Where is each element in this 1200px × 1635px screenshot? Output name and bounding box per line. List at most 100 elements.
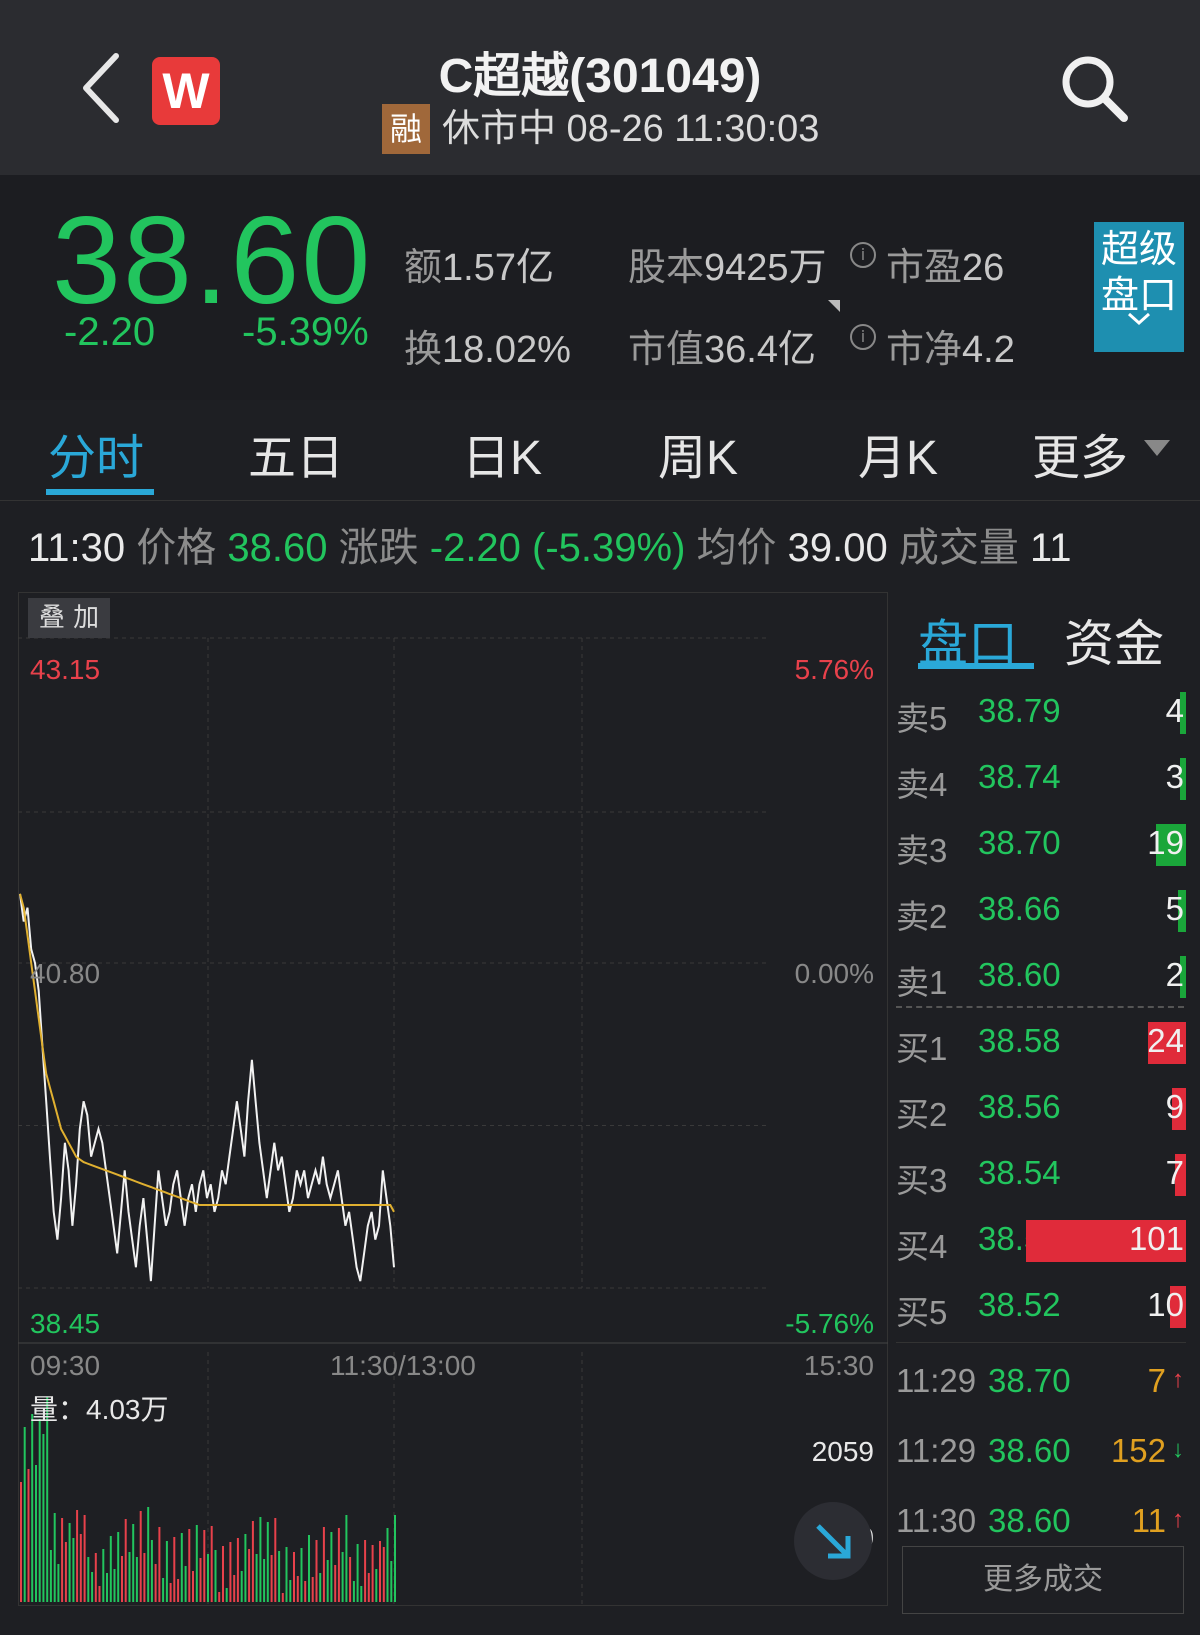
pct-axis-top: 5.76% xyxy=(794,654,874,685)
trade-direction-icon: ↑ xyxy=(1172,1506,1184,1533)
turnover-label: 换 xyxy=(404,329,443,371)
volume-bar xyxy=(192,1571,194,1602)
search-icon[interactable] xyxy=(1058,52,1130,124)
volume-bar xyxy=(35,1465,37,1602)
level-price: 38.66 xyxy=(978,890,1061,927)
volume-bar xyxy=(296,1576,299,1602)
amount-stat: 额1.57亿 xyxy=(404,236,554,291)
info-avg: 39.00 xyxy=(787,526,888,570)
pe-value: 26 xyxy=(962,247,1005,289)
pe-info-icon[interactable]: i xyxy=(850,242,876,268)
level-price: 38.54 xyxy=(978,1154,1061,1191)
volume-bar xyxy=(98,1586,101,1602)
bid-row[interactable]: 买4 38.53 101 xyxy=(896,1206,1186,1272)
volume-bar xyxy=(188,1529,191,1602)
bid-row[interactable]: 买1 38.58 24 xyxy=(896,1008,1186,1074)
ask-row[interactable]: 卖3 38.70 19 xyxy=(896,810,1186,876)
volume-bar xyxy=(109,1536,112,1602)
volume-bar xyxy=(87,1557,90,1602)
ask-row[interactable]: 卖2 38.66 5 xyxy=(896,876,1186,942)
trade-direction-icon: ↓ xyxy=(1172,1436,1184,1463)
more-trades-button[interactable]: 更多成交 xyxy=(902,1546,1184,1614)
volume-bar xyxy=(394,1515,396,1602)
volume-bar xyxy=(375,1569,378,1602)
bid-ask-divider xyxy=(896,1006,1184,1008)
trades-divider xyxy=(896,1342,1186,1343)
scroll-latest-button[interactable] xyxy=(794,1502,872,1580)
level-volume: 10 xyxy=(1147,1286,1184,1323)
volume-bar xyxy=(244,1534,247,1602)
volume-bar xyxy=(158,1527,161,1602)
volume-bar xyxy=(270,1555,273,1602)
volume-bar xyxy=(94,1553,97,1602)
tab-capital[interactable]: 资金 xyxy=(1064,604,1164,676)
tab-five-day[interactable]: 五日 xyxy=(248,418,344,488)
super-orderbook-button[interactable]: 超级 盘口 xyxy=(1094,222,1184,352)
level-price: 38.70 xyxy=(978,824,1061,861)
volume-bar xyxy=(311,1577,314,1602)
ask-row[interactable]: 卖1 38.60 2 xyxy=(896,942,1186,1008)
volume-bar xyxy=(210,1526,213,1602)
trade-time: 11:30 xyxy=(896,1502,977,1539)
info-vol: 11 xyxy=(1030,526,1072,570)
volume-bar xyxy=(326,1560,329,1602)
volume-bar xyxy=(23,1427,26,1602)
volume-bar xyxy=(382,1547,385,1602)
volume-bar xyxy=(42,1434,45,1602)
volume-bar xyxy=(360,1586,363,1602)
mkt-value-stat[interactable]: 市值36.4亿 xyxy=(628,318,816,373)
volume-label: 量：4.03万 xyxy=(30,1394,169,1425)
ask-row[interactable]: 卖5 38.79 4 xyxy=(896,678,1186,744)
trade-time: 11:29 xyxy=(896,1432,977,1469)
volume-bar xyxy=(319,1573,322,1602)
volume-max: 2059 xyxy=(811,1436,874,1467)
amount-label: 额 xyxy=(404,247,443,289)
volume-bar xyxy=(113,1569,116,1602)
ask-row[interactable]: 卖4 38.74 3 xyxy=(896,744,1186,810)
volume-bar xyxy=(251,1521,254,1602)
volume-bar xyxy=(139,1511,142,1602)
avg-price-line xyxy=(19,893,395,1213)
volume-bar xyxy=(20,1482,22,1602)
corner-marker-icon xyxy=(828,300,840,312)
volume-bar xyxy=(341,1552,344,1602)
crosshair-info-row: 11:30 价格 38.60 涨跌 -2.20 (-5.39%) 均价 39.0… xyxy=(28,515,1072,573)
pct-axis-bottom: -5.76% xyxy=(785,1308,874,1339)
orderbook-tab-underline xyxy=(918,663,1034,669)
volume-bar xyxy=(147,1507,150,1602)
trade-time: 11:29 xyxy=(896,1362,977,1399)
volume-bar xyxy=(173,1537,176,1602)
volume-bar xyxy=(27,1469,30,1602)
bid-row[interactable]: 买5 38.52 10 xyxy=(896,1272,1186,1338)
volume-bar xyxy=(31,1414,34,1602)
tab-daily-k[interactable]: 日K xyxy=(462,418,542,488)
x-axis-end: 15:30 xyxy=(803,1350,874,1381)
trade-price: 38.70 xyxy=(988,1362,1071,1399)
tab-weekly-k[interactable]: 周K xyxy=(658,418,738,488)
mkt-value-label: 市值 xyxy=(628,329,705,371)
x-axis-mid: 11:30/13:00 xyxy=(330,1350,476,1381)
volume-bar xyxy=(162,1578,165,1602)
volume-bar xyxy=(337,1528,340,1602)
volume-bar xyxy=(76,1510,79,1602)
bid-row[interactable]: 买2 38.56 9 xyxy=(896,1074,1186,1140)
volume-bar xyxy=(345,1515,348,1602)
volume-bar xyxy=(64,1542,67,1602)
volume-bar xyxy=(72,1538,75,1602)
overlay-button[interactable]: 叠 加 xyxy=(28,598,110,638)
tab-more[interactable]: 更多 xyxy=(1032,418,1128,488)
volume-bar xyxy=(57,1564,60,1602)
volume-bar xyxy=(322,1527,325,1602)
volume-bar xyxy=(352,1581,355,1602)
pb-info-icon[interactable]: i xyxy=(850,324,876,350)
tab-intraday[interactable]: 分时 xyxy=(48,418,144,488)
pct-axis-mid: 0.00% xyxy=(794,958,874,989)
tab-monthly-k[interactable]: 月K xyxy=(858,418,938,488)
bid-row[interactable]: 买3 38.54 7 xyxy=(896,1140,1186,1206)
volume-bar xyxy=(255,1554,258,1602)
more-dropdown-icon[interactable] xyxy=(1144,440,1170,456)
back-icon[interactable] xyxy=(78,52,124,124)
share-cap-label: 股本 xyxy=(628,247,705,289)
volume-bar xyxy=(390,1561,393,1602)
super-btn-line2: 盘口 xyxy=(1100,273,1177,317)
